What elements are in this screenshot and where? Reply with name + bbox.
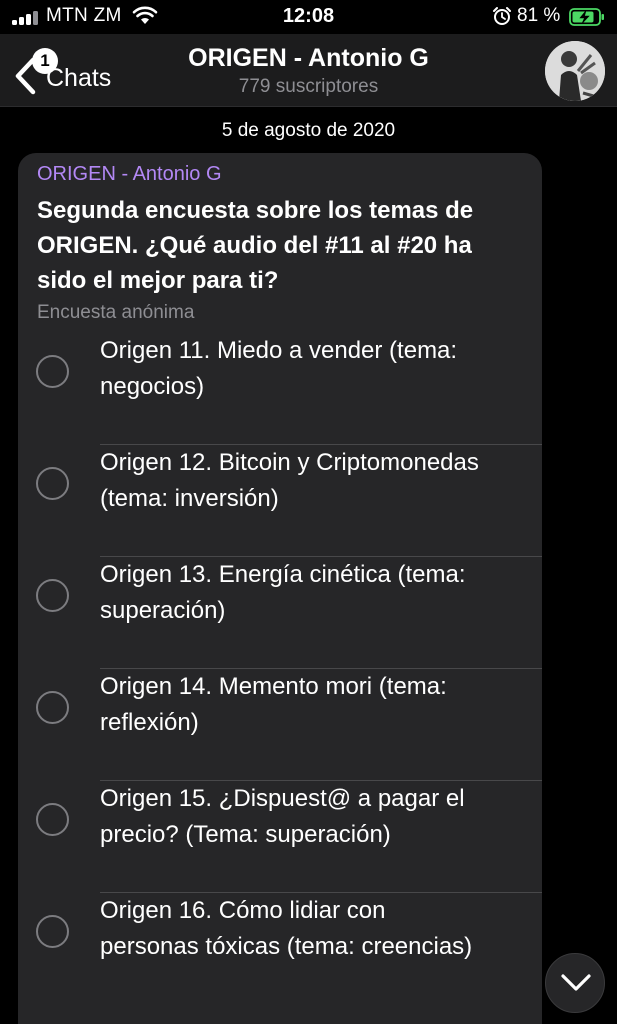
date-separator: 5 de agosto de 2020 [221,120,396,141]
navigation-header: 1 Chats ORIGEN - Antonio G 779 suscripto… [0,34,617,107]
poll-option[interactable]: Origen 15. ¿Dispuest@ a pagar el precio?… [18,781,542,893]
poll-question: Segunda encuesta sobre los temas de ORIG… [37,197,474,294]
battery-charging-icon [569,8,604,26]
channel-avatar[interactable] [545,41,605,101]
poll-message: ORIGEN - Antonio G Segunda encuesta sobr… [18,153,542,1024]
radio-button-icon[interactable] [36,467,69,500]
message-author[interactable]: ORIGEN - Antonio G [37,163,222,186]
poll-option[interactable]: Origen 12. Bitcoin y Criptomonedas (tema… [18,445,542,557]
scroll-to-bottom-button[interactable] [545,953,605,1013]
poll-type-label: Encuesta anónima [37,302,195,323]
radio-button-icon[interactable] [36,915,69,948]
radio-button-icon[interactable] [36,579,69,612]
radio-button-icon[interactable] [36,691,69,724]
poll-option[interactable]: Origen 11. Miedo a vender (tema: negocio… [18,333,542,445]
poll-option-label: Origen 13. Energía cinética (tema: super… [100,561,466,624]
poll-option[interactable]: Origen 16. Cómo lidiar con personas tóxi… [18,893,542,1024]
chat-screen: MTN ZM 12:08 81 % 1 Chats ORIGEN - Anton… [0,0,617,1024]
poll-option-label: Origen 12. Bitcoin y Criptomonedas (tema… [100,449,479,512]
status-bar: MTN ZM 12:08 81 % [0,0,617,34]
avatar-image [545,41,605,101]
poll-option-label: Origen 15. ¿Dispuest@ a pagar el precio?… [100,785,465,848]
radio-button-icon[interactable] [36,355,69,388]
back-button[interactable]: 1 Chats [8,44,128,98]
poll-option[interactable]: Origen 14. Memento mori (tema: reflexión… [18,669,542,781]
poll-option-label: Origen 14. Memento mori (tema: reflexión… [100,673,447,736]
battery-percent: 81 % [517,5,561,26]
radio-button-icon[interactable] [36,803,69,836]
chevron-down-icon [561,974,591,991]
back-label: Chats [46,64,112,92]
alarm-icon [493,7,511,25]
poll-option-label: Origen 16. Cómo lidiar con personas tóxi… [100,897,473,960]
poll-option-label: Origen 11. Miedo a vender (tema: negocio… [100,337,458,400]
subscriber-count: 779 suscriptores [238,76,379,97]
poll-option[interactable]: Origen 13. Energía cinética (tema: super… [18,557,542,669]
channel-title[interactable]: ORIGEN - Antonio G [130,44,487,73]
